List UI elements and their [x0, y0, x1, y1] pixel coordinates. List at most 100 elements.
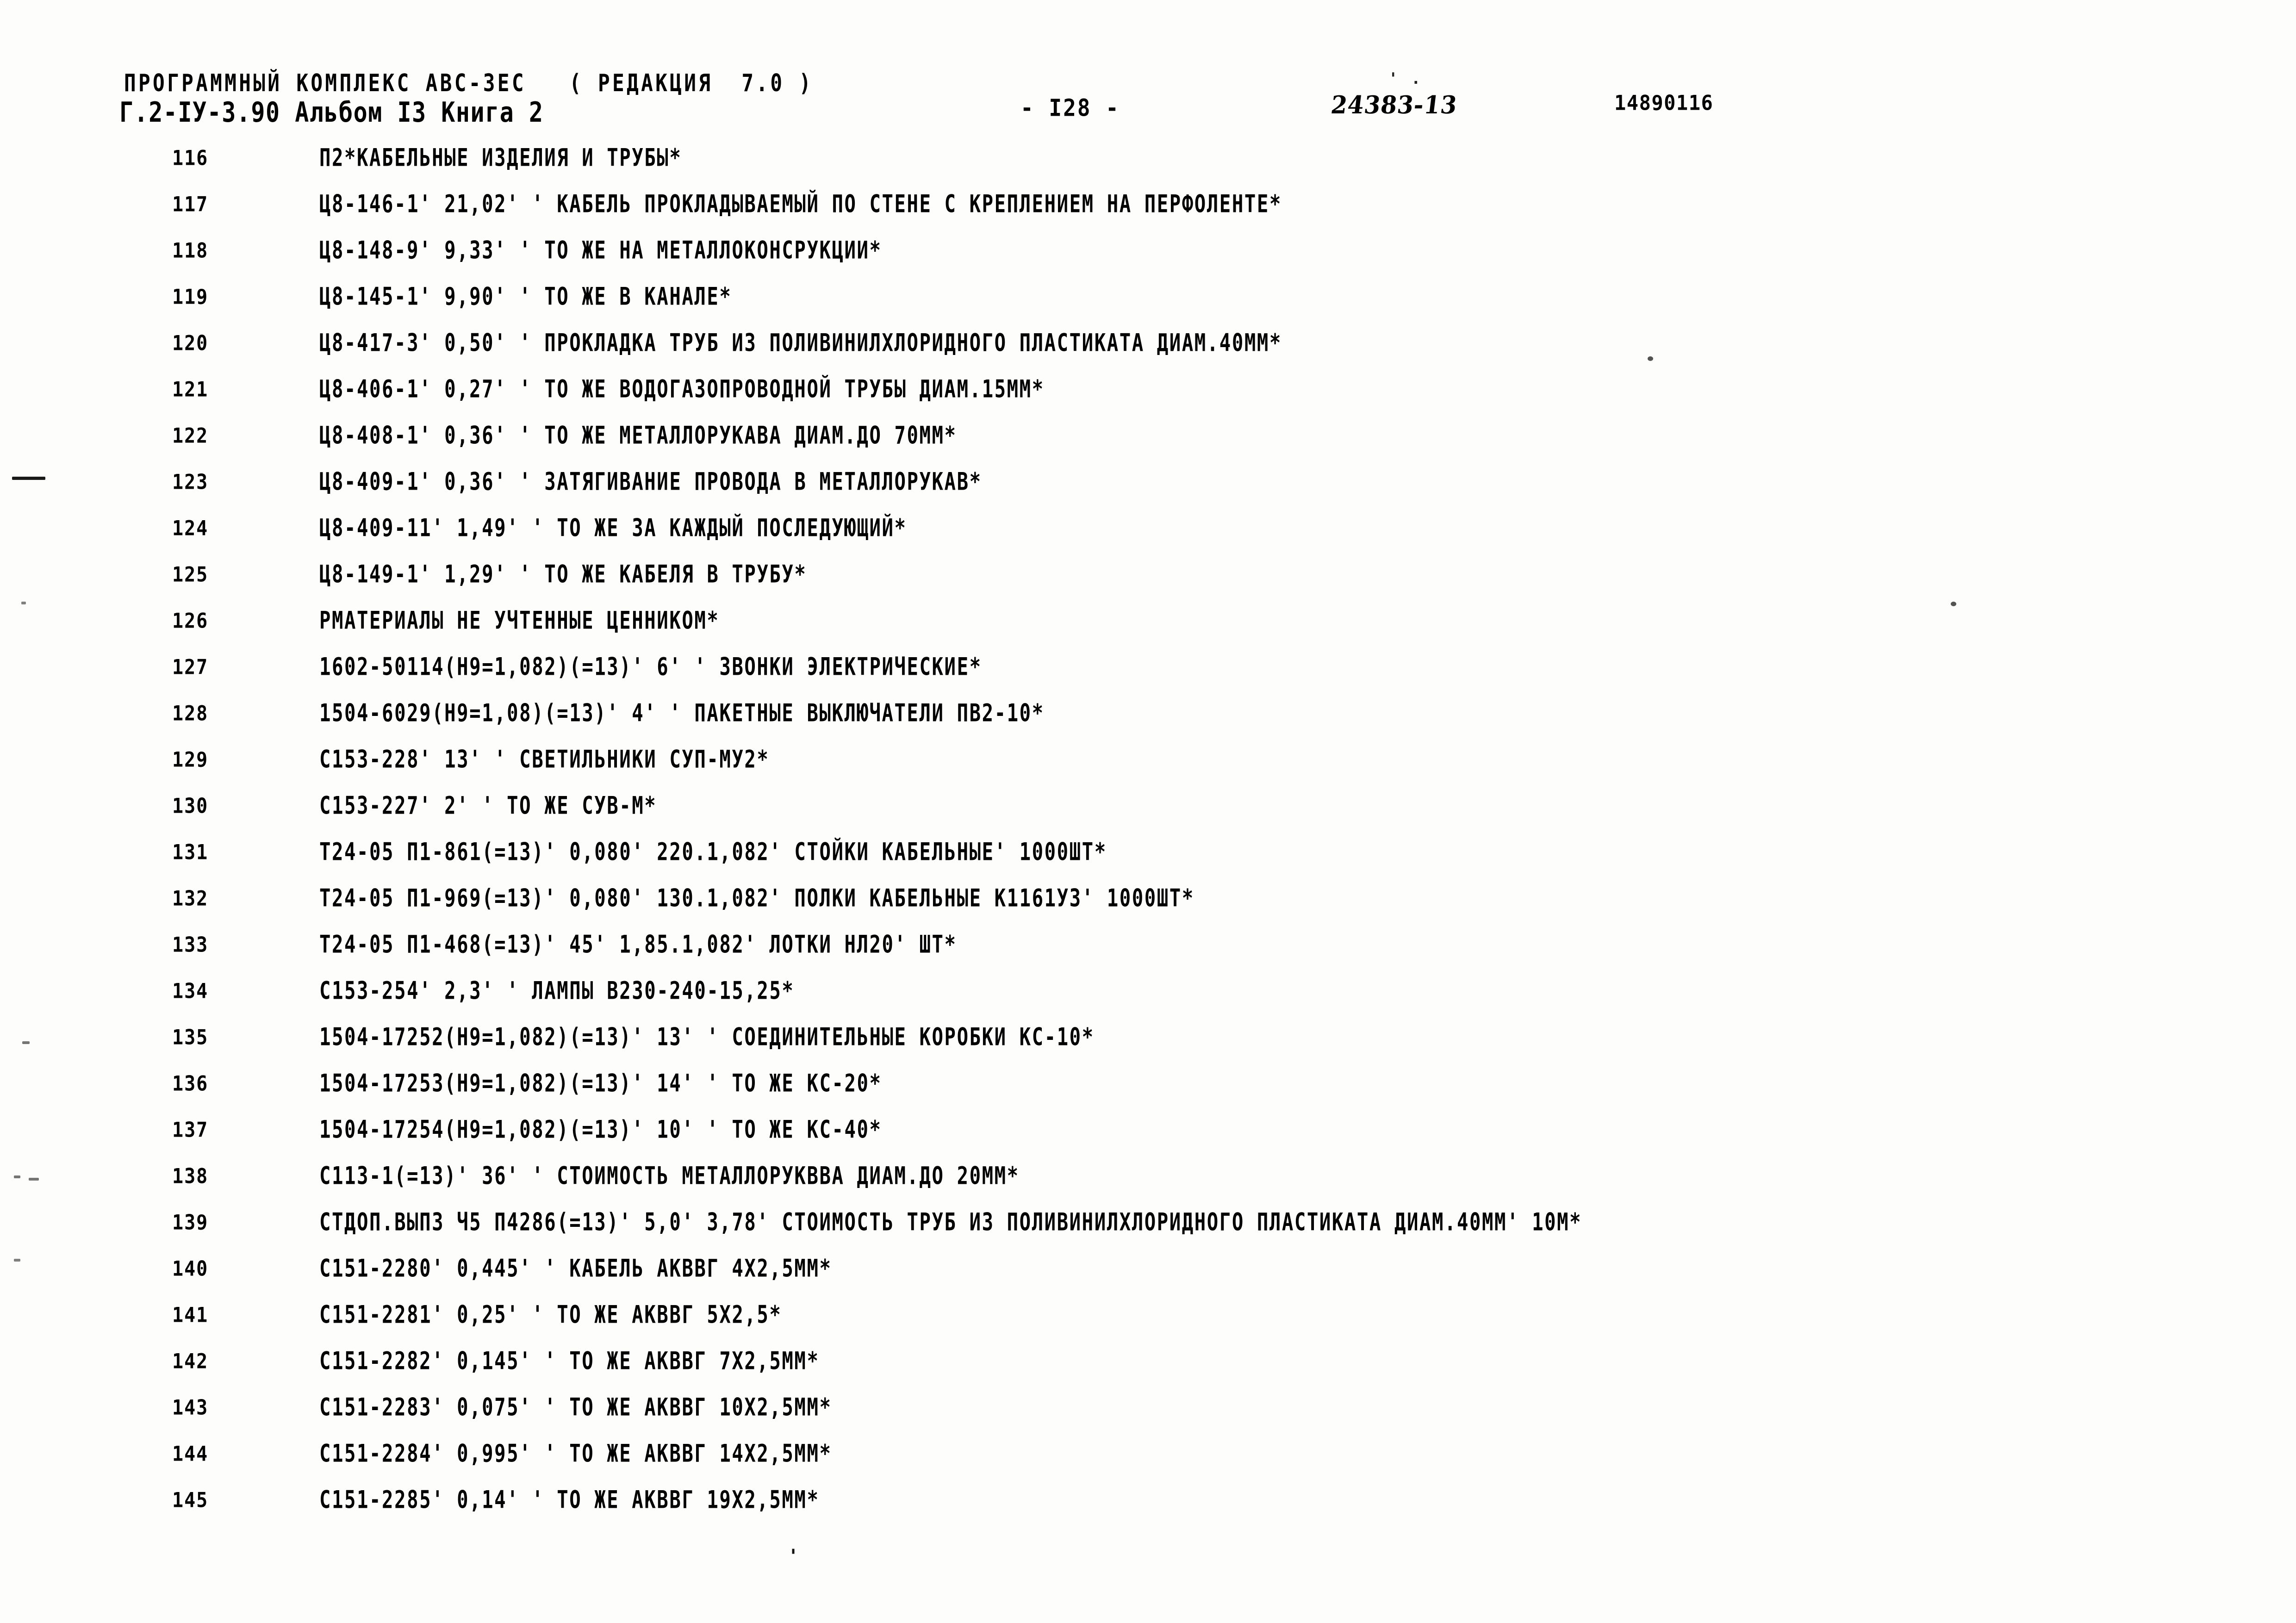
listing-row-number: 143: [172, 1396, 209, 1420]
listing-row: 144 С151-2284' 0,995' ' ТО ЖЕ АКВВГ 14Х2,…: [0, 1435, 2296, 1481]
listing-row-text: Т24-05 П1-468(=13)' 45' 1,85.1,082' ЛОТК…: [319, 930, 957, 959]
listing-row-number: 135: [172, 1026, 209, 1050]
listing-row: 128 1504-6029(Н9=1,08)(=13)' 4' ' ПАКЕТНЫ…: [0, 694, 2296, 740]
listing-row-number: 128: [172, 702, 209, 726]
listing-row: 130 С153-227' 2' ' ТО ЖЕ СУВ-М*: [0, 787, 2296, 833]
listing-row-text: Ц8-145-1' 9,90' ' ТО ЖЕ В КАНАЛЕ*: [319, 282, 732, 311]
listing-row-number: 134: [172, 979, 209, 1003]
listing-row-text: 1504-17254(Н9=1,082)(=13)' 10' ' ТО ЖЕ К…: [319, 1115, 882, 1144]
listing-row-number: 119: [172, 285, 209, 309]
listing-row: 123 Ц8-409-1' 0,36' ' ЗАТЯГИВАНИЕ ПРОВОДА…: [0, 463, 2296, 509]
listing-row-text: С151-2282' 0,145' ' ТО ЖЕ АКВВГ 7Х2,5ММ*: [319, 1347, 820, 1375]
margin-artifact: [22, 1041, 30, 1044]
listing-row-text: Ц8-409-11' 1,49' ' ТО ЖЕ ЗА КАЖДЫЙ ПОСЛЕ…: [319, 514, 907, 542]
listing-row-text: П2*КАБЕЛЬНЫЕ ИЗДЕЛИЯ И ТРУБЫ*: [319, 143, 682, 172]
listing-row: 121 Ц8-406-1' 0,27' ' ТО ЖЕ ВОДОГАЗОПРОВО…: [0, 370, 2296, 417]
listing-row: 140 С151-2280' 0,445' ' КАБЕЛЬ АКВВГ 4Х2,…: [0, 1250, 2296, 1296]
listing-row: 122 Ц8-408-1' 0,36' ' ТО ЖЕ МЕТАЛЛОРУКАВА…: [0, 417, 2296, 463]
listing-row-number: 137: [172, 1118, 209, 1142]
listing-row: 143 С151-2283' 0,075' ' ТО ЖЕ АКВВГ 10Х2,…: [0, 1388, 2296, 1435]
listing-row-text: Т24-05 П1-969(=13)' 0,080' 130.1,082' ПО…: [319, 884, 1195, 913]
listing-row-number: 140: [172, 1257, 209, 1281]
listing-row: 138 С113-1(=13)' 36' ' СТОИМОСТЬ МЕТАЛЛОР…: [0, 1157, 2296, 1203]
listing-row-text: 1504-6029(Н9=1,08)(=13)' 4' ' ПАКЕТНЫЕ В…: [319, 699, 1045, 728]
listing-row-number: 125: [172, 563, 209, 587]
margin-artifact: [29, 1178, 39, 1181]
listing-row: 145 С151-2285' 0,14' ' ТО ЖЕ АКВВГ 19Х2,5…: [0, 1481, 2296, 1527]
listing-row-text: 1504-17252(Н9=1,082)(=13)' 13' ' СОЕДИНИ…: [319, 1023, 1095, 1051]
listing-row-text: С153-254' 2,3' ' ЛАМПЫ В230-240-15,25*: [319, 976, 795, 1005]
margin-artifact: [14, 1259, 20, 1262]
listing-row-text: С113-1(=13)' 36' ' СТОИМОСТЬ МЕТАЛЛОРУКВ…: [319, 1162, 1020, 1190]
listing-row: 134 С153-254' 2,3' ' ЛАМПЫ В230-240-15,25…: [0, 972, 2296, 1018]
listing-row-number: 131: [172, 840, 209, 864]
listing-row: 142 С151-2282' 0,145' ' ТО ЖЕ АКВВГ 7Х2,5…: [0, 1342, 2296, 1388]
listing-row-text: Ц8-409-1' 0,36' ' ЗАТЯГИВАНИЕ ПРОВОДА В …: [319, 467, 982, 496]
listing-row: 127 1602-50114(Н9=1,082)(=13)' 6' ' ЗВОНК…: [0, 648, 2296, 694]
page-number: - I28 -: [1020, 94, 1120, 122]
scanned-document-page: ПРОГРАММНЫЙ КОМПЛЕКС АВС-ЗЕС ( РЕДАКЦИЯ …: [0, 0, 2296, 1623]
listing-row-number: 132: [172, 887, 209, 911]
listing-row: 132 Т24-05 П1-969(=13)' 0,080' 130.1,082'…: [0, 879, 2296, 926]
listing-row-text: С151-2285' 0,14' ' ТО ЖЕ АКВВГ 19Х2,5ММ*: [319, 1486, 820, 1514]
listing-row-number: 139: [172, 1211, 209, 1235]
listing-row-number: 141: [172, 1303, 209, 1327]
listing-row-number: 142: [172, 1349, 209, 1374]
listing-row-number: 120: [172, 331, 209, 355]
listing-row: 135 1504-17252(Н9=1,082)(=13)' 13' ' СОЕД…: [0, 1018, 2296, 1064]
listing-row: 129 С153-228' 13' ' СВЕТИЛЬНИКИ СУП-МУ2*: [0, 740, 2296, 787]
document-reference-line: Г.2-IУ-3.90 Альбом I3 Книга 2: [119, 96, 544, 129]
listing-row-number: 123: [172, 470, 209, 494]
listing-row: 119 Ц8-145-1' 9,90' ' ТО ЖЕ В КАНАЛЕ*: [0, 278, 2296, 324]
listing-row-number: 121: [172, 378, 209, 402]
listing-row-text: С151-2281' 0,25' ' ТО ЖЕ АКВВГ 5Х2,5*: [319, 1300, 782, 1329]
listing-row: 133 Т24-05 П1-468(=13)' 45' 1,85.1,082' Л…: [0, 926, 2296, 972]
listing-row-number: 124: [172, 516, 209, 541]
listing-row: 118 Ц8-148-9' 9,33' ' ТО ЖЕ НА МЕТАЛЛОКОН…: [0, 231, 2296, 278]
listing-row-text: Ц8-408-1' 0,36' ' ТО ЖЕ МЕТАЛЛОРУКАВА ДИ…: [319, 421, 957, 450]
listing-row-number: 145: [172, 1488, 209, 1512]
listing-row-number: 118: [172, 239, 209, 263]
listing-row: 137 1504-17254(Н9=1,082)(=13)' 10' ' ТО Ж…: [0, 1111, 2296, 1157]
margin-artifact: [21, 602, 26, 604]
listing-row-number: 117: [172, 193, 209, 217]
code-number: 14890116: [1614, 91, 1714, 115]
listing-row: 120 Ц8-417-3' 0,50' ' ПРОКЛАДКА ТРУБ ИЗ П…: [0, 324, 2296, 370]
margin-artifact: [12, 477, 45, 480]
listing-row-text: Ц8-146-1' 21,02' ' КАБЕЛЬ ПРОКЛАДЫВАЕМЫЙ…: [319, 190, 1282, 218]
margin-artifact: [1648, 356, 1653, 361]
listing-row-text: С153-228' 13' ' СВЕТИЛЬНИКИ СУП-МУ2*: [319, 745, 770, 774]
listing-row-text: Ц8-417-3' 0,50' ' ПРОКЛАДКА ТРУБ ИЗ ПОЛИ…: [319, 329, 1282, 357]
listing-row-text: 1504-17253(Н9=1,082)(=13)' 14' ' ТО ЖЕ К…: [319, 1069, 882, 1098]
listing-row: 131 Т24-05 П1-861(=13)' 0,080' 220.1,082'…: [0, 833, 2296, 879]
listing-row: 117 Ц8-146-1' 21,02' ' КАБЕЛЬ ПРОКЛАДЫВАЕ…: [0, 185, 2296, 231]
listing-row-number: 136: [172, 1072, 209, 1096]
listing-row-number: 127: [172, 655, 209, 679]
listing-row: 126 РМАТЕРИАЛЫ НЕ УЧТЕННЫЕ ЦЕННИКОМ*: [0, 602, 2296, 648]
listing-row-number: 133: [172, 933, 209, 957]
listing-row: 136 1504-17253(Н9=1,082)(=13)' 14' ' ТО Ж…: [0, 1064, 2296, 1111]
listing-row-number: 144: [172, 1442, 209, 1466]
listing-row-text: С151-2284' 0,995' ' ТО ЖЕ АКВВГ 14Х2,5ММ…: [319, 1439, 832, 1468]
listing-row-text: С151-2283' 0,075' ' ТО ЖЕ АКВВГ 10Х2,5ММ…: [319, 1393, 832, 1422]
margin-artifact: [14, 1175, 20, 1178]
listing-row-text: РМАТЕРИАЛЫ НЕ УЧТЕННЫЕ ЦЕННИКОМ*: [319, 606, 720, 635]
listing-row-text: С151-2280' 0,445' ' КАБЕЛЬ АКВВГ 4Х2,5ММ…: [319, 1254, 832, 1283]
listing-row-text: Ц8-148-9' 9,33' ' ТО ЖЕ НА МЕТАЛЛОКОНСРУ…: [319, 236, 882, 265]
document-header: ПРОГРАММНЫЙ КОМПЛЕКС АВС-ЗЕС ( РЕДАКЦИЯ …: [0, 0, 2296, 139]
listing-row: 139 СТДОП.ВЫП3 Ч5 П4286(=13)' 5,0' 3,78' …: [0, 1203, 2296, 1250]
listing-row-text: С153-227' 2' ' ТО ЖЕ СУВ-М*: [319, 791, 657, 820]
handwritten-stamp: 24383-13: [1329, 90, 1459, 119]
estimate-listing: 116 П2*КАБЕЛЬНЫЕ ИЗДЕЛИЯ И ТРУБЫ* 117 Ц8-14…: [0, 139, 2296, 1527]
listing-row-text: СТДОП.ВЫП3 Ч5 П4286(=13)' 5,0' 3,78' СТО…: [319, 1208, 1582, 1237]
stamp-dots-mark: ' .: [1388, 69, 1423, 88]
listing-row-number: 138: [172, 1164, 209, 1188]
listing-row-number: 129: [172, 748, 209, 772]
listing-row-number: 130: [172, 794, 209, 818]
listing-row: 125 Ц8-149-1' 1,29' ' ТО ЖЕ КАБЕЛЯ В ТРУБ…: [0, 555, 2296, 602]
listing-row: 141 С151-2281' 0,25' ' ТО ЖЕ АКВВГ 5Х2,5*: [0, 1296, 2296, 1342]
listing-row-number: 116: [172, 146, 209, 170]
listing-row: 124 Ц8-409-11' 1,49' ' ТО ЖЕ ЗА КАЖДЫЙ ПО…: [0, 509, 2296, 555]
footer-tick-mark: ': [788, 1546, 799, 1567]
listing-row-text: Т24-05 П1-861(=13)' 0,080' 220.1,082' СТ…: [319, 838, 1107, 866]
